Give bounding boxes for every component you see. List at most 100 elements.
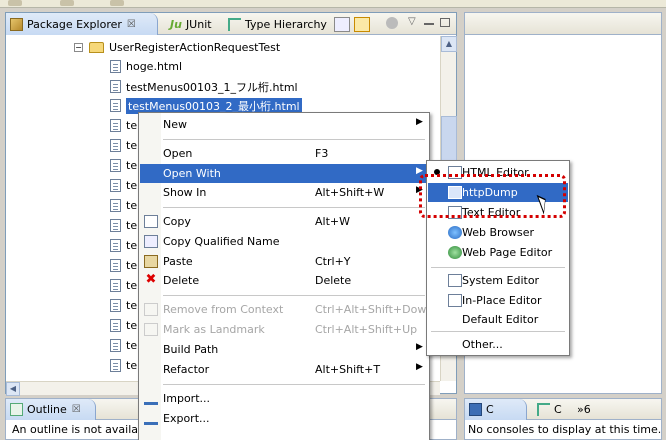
tree-file-row[interactable]: te [110, 336, 137, 355]
menu-item-label: Copy Qualified Name [163, 235, 280, 248]
context-menu: New ▶ Open F3 Open With ▶ Show In Alt+Sh… [138, 112, 434, 440]
tree-file-row[interactable]: te [110, 176, 137, 195]
tab-label: C [486, 403, 494, 416]
tree-file-row[interactable]: te [110, 136, 137, 155]
tree-file-row[interactable]: te [110, 116, 137, 135]
menu-item-label: Web Browser [462, 226, 535, 239]
menu-separator [163, 139, 425, 140]
tree-file-row[interactable]: testMenus00103_1_フル桁.html [110, 77, 298, 96]
menu-item-import[interactable]: Import... [140, 389, 428, 408]
tree-file-row[interactable]: te [110, 156, 137, 175]
outline-message: An outline is not available. [12, 423, 159, 436]
menu-item-shortcut: Ctrl+Alt+Shift+Down [315, 303, 434, 316]
junit-icon: Ju [170, 17, 182, 31]
maximize-icon[interactable] [440, 18, 450, 27]
file-label: hoge.html [126, 60, 183, 73]
menu-item-paste[interactable]: Paste Ctrl+Y [140, 252, 428, 271]
menu-item-web-browser[interactable]: Web Browser [428, 223, 568, 242]
file-label: te [126, 239, 138, 252]
menu-item-shortcut: F3 [315, 147, 329, 160]
console-icon [469, 403, 482, 416]
toolbar-icon[interactable] [8, 0, 22, 6]
menu-item-show-in[interactable]: Show In Alt+Shift+W ▶ [140, 183, 428, 202]
paste-icon [144, 255, 158, 268]
menu-item-label: Import... [163, 392, 210, 405]
menu-item-copy[interactable]: Copy Alt+W [140, 212, 428, 231]
menu-item-label: Web Page Editor [462, 246, 553, 259]
menu-item-open[interactable]: Open F3 [140, 144, 428, 163]
menu-item-label: Remove from Context [163, 303, 284, 316]
collapse-all-icon[interactable] [334, 17, 350, 32]
menu-item-refactor[interactable]: Refactor Alt+Shift+T ▶ [140, 360, 428, 379]
tree-file-row[interactable]: te [110, 236, 137, 255]
tab-console[interactable]: C [465, 399, 527, 420]
tree-file-row[interactable]: te [110, 196, 137, 215]
menu-item-new[interactable]: New ▶ [140, 115, 428, 134]
tree-file-row[interactable]: te [110, 216, 137, 235]
tab-outline[interactable]: Outline ☒ [6, 399, 96, 420]
menu-item-shortcut: Alt+W [315, 215, 350, 228]
html-file-icon [110, 60, 121, 73]
menu-item-shortcut: Delete [315, 274, 352, 287]
tree-file-row[interactable]: te [110, 276, 137, 295]
html-file-icon [110, 119, 121, 132]
file-label: te [126, 279, 138, 292]
tree-file-row[interactable]: te [110, 256, 137, 275]
scroll-up-icon[interactable]: ▲ [441, 36, 457, 52]
export-icon [144, 412, 158, 425]
menu-item-other[interactable]: Other... [428, 335, 568, 354]
close-icon[interactable]: ☒ [72, 404, 81, 415]
folder-label: UserRegisterActionRequestTest [109, 41, 281, 54]
view-menu-icon[interactable]: ▽ [408, 16, 416, 27]
toolbar-icon[interactable] [60, 0, 74, 6]
editor-area-tabbar [465, 13, 661, 35]
menu-item-in-place-editor[interactable]: In-Place Editor [428, 291, 568, 310]
html-file-icon [110, 80, 121, 93]
close-icon[interactable]: ☒ [127, 19, 136, 30]
html-file-icon [110, 279, 121, 292]
html-file-icon [110, 339, 121, 352]
menu-item-delete[interactable]: ✖ Delete Delete [140, 271, 428, 290]
tab-package-explorer[interactable]: Package Explorer ☒ [6, 13, 158, 35]
link-with-editor-icon[interactable] [354, 17, 370, 32]
menu-item-label: Open [163, 147, 193, 160]
file-label: te [126, 319, 138, 332]
menu-item-label: Paste [163, 255, 193, 268]
html-file-icon [110, 259, 121, 272]
landmark-icon [144, 323, 158, 336]
focus-task-icon[interactable] [386, 17, 398, 29]
overflow-tabs-button[interactable]: »6 [573, 399, 595, 420]
file-label: te [126, 199, 138, 212]
menu-item-copy-qualified-name[interactable]: Copy Qualified Name [140, 232, 428, 251]
minimize-icon[interactable] [424, 23, 434, 25]
tree-folder-row[interactable]: − UserRegisterActionRequestTest [74, 38, 280, 57]
menu-item-default-editor[interactable]: Default Editor [428, 310, 568, 329]
menu-item-label: New [163, 118, 187, 131]
collapse-icon[interactable]: − [74, 43, 83, 52]
tree-file-row[interactable]: hoge.html [110, 57, 182, 76]
overflow-count: »6 [577, 403, 591, 416]
submenu-arrow-icon: ▶ [416, 117, 423, 127]
delete-icon: ✖ [145, 272, 157, 287]
menu-item-label: Other... [462, 338, 503, 351]
tab-type-hierarchy[interactable]: Type Hierarchy [224, 13, 331, 35]
tree-file-row[interactable]: te [110, 356, 137, 375]
tree-file-row[interactable]: te [110, 316, 137, 335]
menu-item-shortcut: Alt+Shift+W [315, 186, 385, 199]
toolbar-icon[interactable] [110, 0, 124, 6]
file-label: te [126, 119, 138, 132]
tab-junit[interactable]: Ju JUnit [166, 13, 216, 35]
scroll-left-icon[interactable]: ◀ [6, 382, 20, 396]
menu-separator [431, 331, 565, 332]
menu-item-build-path[interactable]: Build Path ▶ [140, 340, 428, 359]
tab-console-2[interactable]: C [533, 399, 566, 420]
menu-item-export[interactable]: Export... [140, 409, 428, 428]
menu-item-web-page-editor[interactable]: Web Page Editor [428, 243, 568, 262]
tree-file-row[interactable]: te [110, 296, 137, 315]
tab-label: Outline [27, 403, 67, 416]
tab-label: C [554, 403, 562, 416]
menu-item-label: Build Path [163, 343, 219, 356]
menu-item-system-editor[interactable]: System Editor [428, 271, 568, 290]
menu-item-open-with[interactable]: Open With ▶ [140, 164, 428, 183]
menu-separator [163, 207, 425, 208]
